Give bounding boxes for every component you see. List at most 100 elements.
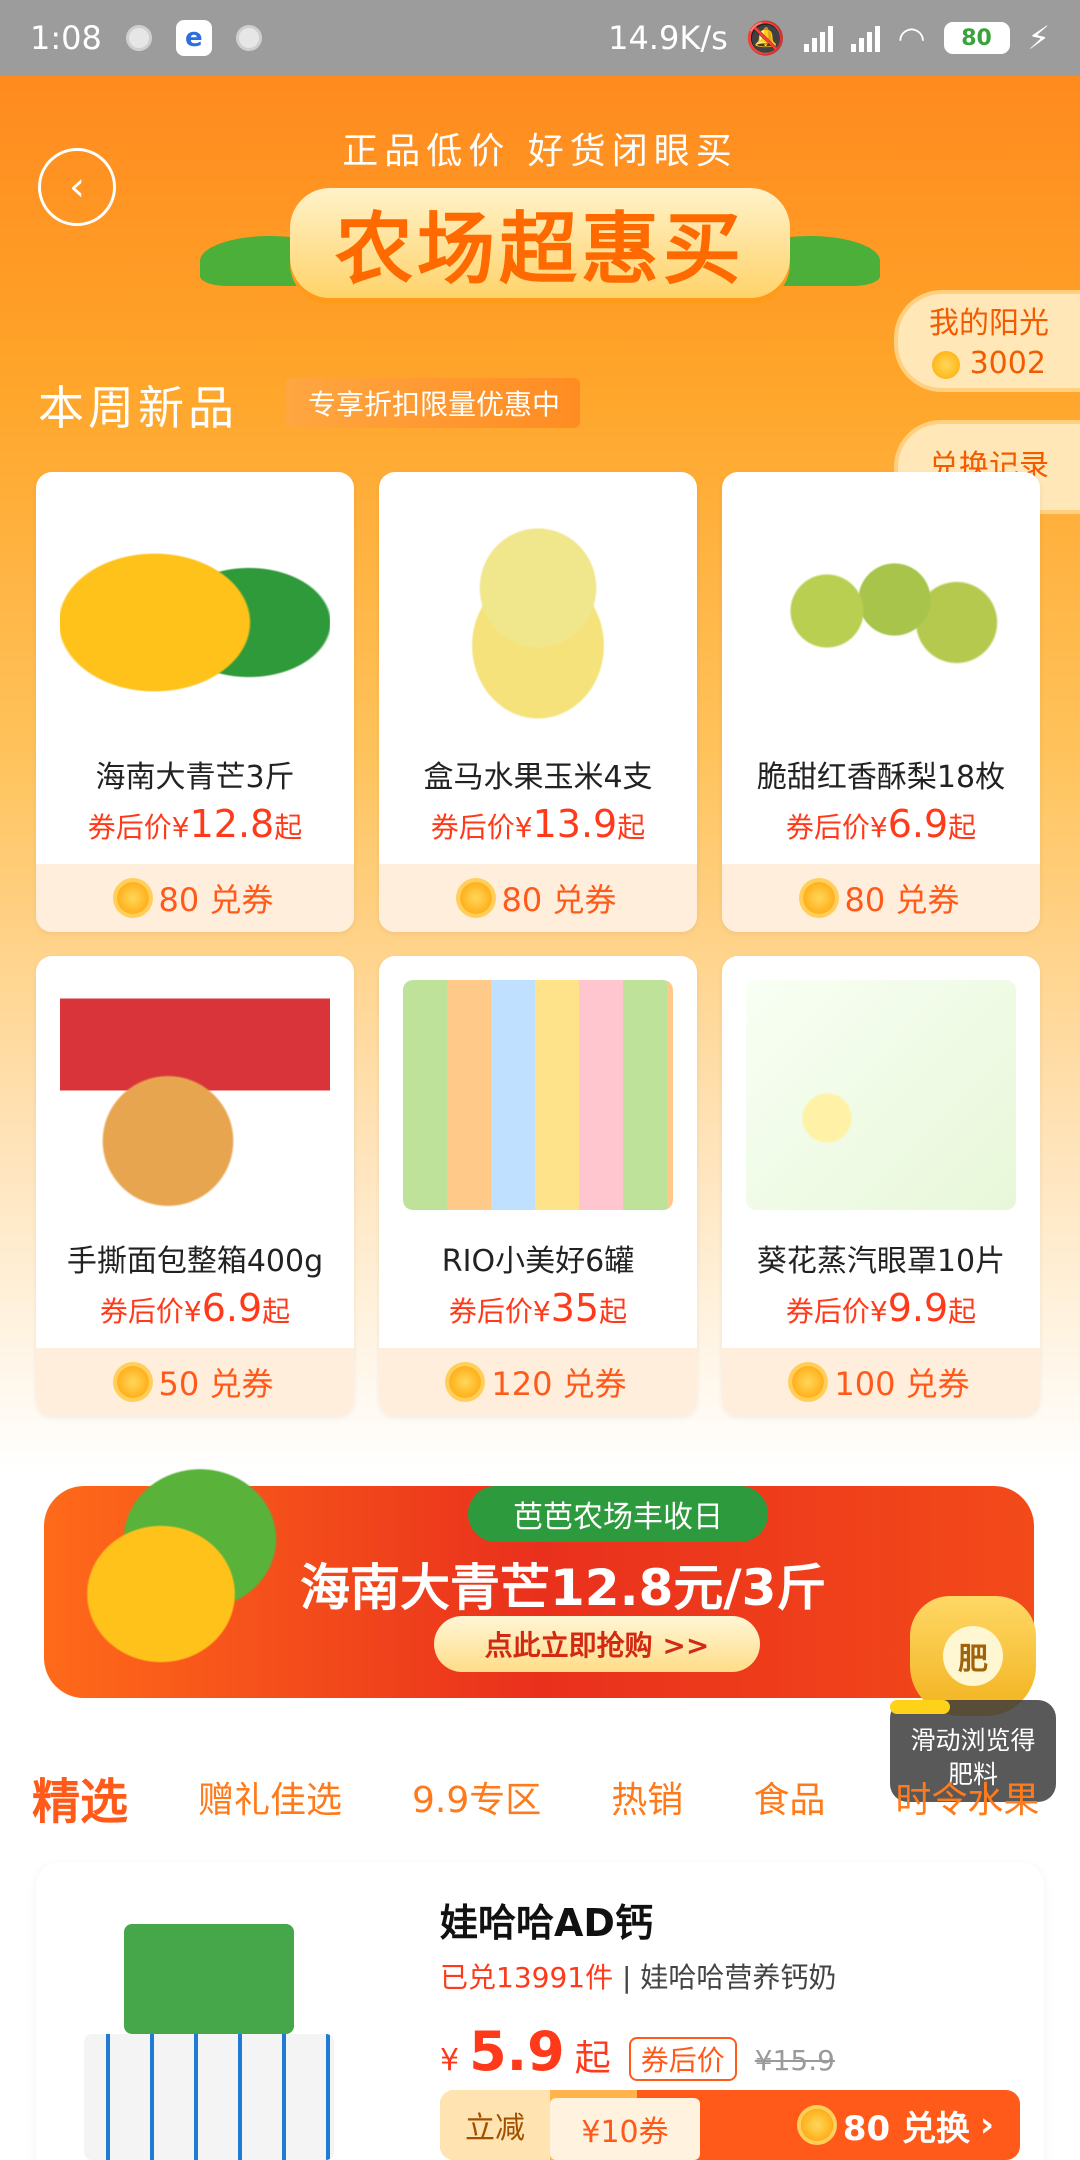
redeemed-count: 已兑13991件 — [440, 1961, 614, 1994]
price-suffix: 起 — [262, 1295, 291, 1328]
coupon-label: 120 兑券 — [491, 1365, 627, 1403]
product-image-eye-mask — [746, 980, 1016, 1210]
my-sunshine-label: 我的阳光 — [929, 306, 1049, 341]
price-suffix: 起 — [948, 811, 977, 844]
currency: ¥ — [514, 811, 533, 844]
product-grid: 海南大青芒3斤 券后价¥12.8起 80 兑券 盒马水果玉米4支 券后价¥13.… — [36, 472, 1042, 1416]
price-suffix: 起 — [574, 2038, 611, 2079]
coupon-button[interactable]: 100 兑券 — [722, 1348, 1040, 1416]
product-name: RIO小美好6罐 — [441, 1244, 635, 1279]
price-prefix: 券后价 — [87, 811, 172, 844]
coupon-label: 50 兑券 — [158, 1365, 274, 1403]
coupon-label: 80 兑券 — [501, 881, 617, 919]
coupon-button[interactable]: 80 兑券 — [36, 864, 354, 932]
product-price: 券后价¥6.9起 — [722, 802, 1040, 846]
sun-icon — [116, 882, 149, 914]
featured-product-title: 娃哈哈AD钙 — [440, 1901, 653, 1945]
product-card[interactable]: 葵花蒸汽眼罩10片 券后价¥9.9起 100 兑券 — [722, 956, 1040, 1416]
currency: ¥ — [183, 1295, 202, 1328]
slogan: 正品低价 好货闭眼买 — [342, 131, 738, 172]
banner-cta-button[interactable]: 点此立即抢购 >> — [434, 1616, 760, 1672]
featured-product-desc: 娃哈哈营养钙奶 — [640, 1961, 837, 1994]
currency: ¥ — [869, 811, 888, 844]
sun-icon — [459, 882, 492, 914]
price-value: 12.8 — [189, 802, 275, 846]
banner-headline: 海南大青芒12.8元/3斤 — [300, 1559, 827, 1617]
currency: ¥ — [171, 811, 190, 844]
tab-featured[interactable]: 精选 — [32, 1762, 128, 1832]
product-price: 券后价¥35起 — [379, 1286, 697, 1330]
featured-product-subtitle: 已兑13991件 | 娃哈哈营养钙奶 — [440, 1961, 837, 1994]
status-time: 1:08 — [30, 19, 102, 57]
product-card[interactable]: 盒马水果玉米4支 券后价¥13.9起 80 兑券 — [379, 472, 697, 932]
mute-bell-icon: 🔕 — [745, 19, 786, 57]
product-card[interactable]: 海南大青芒3斤 券后价¥12.8起 80 兑券 — [36, 472, 354, 932]
signal-icon — [803, 24, 833, 52]
tab-9-9-zone[interactable]: 9.9专区 — [412, 1771, 541, 1823]
sun-icon — [802, 882, 835, 914]
sun-icon — [116, 1366, 149, 1398]
product-price: 券后价¥9.9起 — [722, 1286, 1040, 1330]
product-name: 手撕面包整箱400g — [66, 1244, 324, 1279]
tab-hot[interactable]: 热销 — [611, 1771, 683, 1823]
product-card[interactable]: 脆甜红香酥梨18枚 券后价¥6.9起 80 兑券 — [722, 472, 1040, 932]
price-value: 5.9 — [469, 2020, 565, 2083]
price-suffix: 起 — [274, 811, 303, 844]
discount-label: 立减 — [440, 2090, 550, 2160]
price-value: 35 — [550, 1286, 600, 1330]
redeem-button[interactable]: 80 兑换 › — [800, 2090, 994, 2160]
price-prefix: 券后价 — [448, 1295, 533, 1328]
currency: ¥ — [532, 1295, 551, 1328]
chevron-right-icon: › — [979, 2105, 994, 2145]
product-price: 券后价¥6.9起 — [36, 1286, 354, 1330]
notification-dot-icon — [125, 25, 152, 51]
status-bar: 1:08 e 14.9K/s 🔕 ◠ 80 ⚡ — [0, 0, 1080, 76]
price-suffix: 起 — [948, 1295, 977, 1328]
featured-price: ¥ 5.9 起 券后价 ¥15.9 — [440, 2020, 835, 2083]
price-value: 9.9 — [887, 1286, 949, 1330]
featured-product-image — [84, 1924, 334, 2160]
charging-icon: ⚡ — [1027, 19, 1050, 57]
price-tag: 券后价 — [628, 2037, 737, 2081]
coupon-button[interactable]: 80 兑券 — [379, 864, 697, 932]
banner-mango-image — [44, 1462, 304, 1682]
category-tabs: 精选 赠礼佳选 9.9专区 热销 食品 时令水果 — [0, 1752, 1080, 1842]
product-price: 券后价¥13.9起 — [379, 802, 697, 846]
coupon-button[interactable]: 50 兑券 — [36, 1348, 354, 1416]
tab-food[interactable]: 食品 — [753, 1771, 825, 1823]
product-price: 券后价¥12.8起 — [36, 802, 354, 846]
coupon-button[interactable]: 80 兑券 — [722, 864, 1040, 932]
sun-icon — [932, 350, 961, 379]
fertilizer-jar-label: 肥 — [943, 1626, 1003, 1686]
signal-hd-icon — [850, 24, 880, 52]
redeem-label: 80 兑换 — [842, 2108, 970, 2149]
currency: ¥ — [440, 2043, 460, 2078]
my-sunshine-pill[interactable]: 我的阳光 3002 — [894, 290, 1080, 392]
section-title: 本周新品 — [38, 381, 238, 435]
tab-seasonal-fruit[interactable]: 时令水果 — [895, 1771, 1039, 1823]
coupon-label: 100 兑券 — [834, 1365, 970, 1403]
sun-icon — [792, 1366, 825, 1398]
my-sunshine-value: 3002 — [969, 346, 1046, 381]
price-value: 13.9 — [532, 802, 618, 846]
price-prefix: 券后价 — [785, 811, 870, 844]
price-prefix: 券后价 — [430, 811, 515, 844]
fertilizer-jar-icon[interactable]: 肥 — [910, 1596, 1036, 1716]
product-card[interactable]: 手撕面包整箱400g 券后价¥6.9起 50 兑券 — [36, 956, 354, 1416]
coupon-label: 80 兑券 — [844, 881, 960, 919]
coupon-value: ¥10券 — [550, 2098, 700, 2160]
tab-gifts[interactable]: 赠礼佳选 — [198, 1771, 342, 1823]
redeem-bar[interactable]: 立减 ¥10券 80 兑换 › — [440, 2090, 1020, 2160]
price-value: 6.9 — [887, 802, 949, 846]
price-prefix: 券后价 — [99, 1295, 184, 1328]
wifi-icon: ◠ — [897, 19, 926, 57]
browser-app-icon: e — [175, 20, 212, 56]
product-name: 盒马水果玉米4支 — [423, 760, 653, 795]
product-name: 葵花蒸汽眼罩10片 — [756, 1244, 1006, 1279]
product-card[interactable]: RIO小美好6罐 券后价¥35起 120 兑券 — [379, 956, 697, 1416]
coupon-button[interactable]: 120 兑券 — [379, 1348, 697, 1416]
product-image-bread — [60, 980, 330, 1210]
price-value: 6.9 — [201, 1286, 263, 1330]
price-suffix: 起 — [617, 811, 646, 844]
sun-icon — [800, 2109, 833, 2141]
